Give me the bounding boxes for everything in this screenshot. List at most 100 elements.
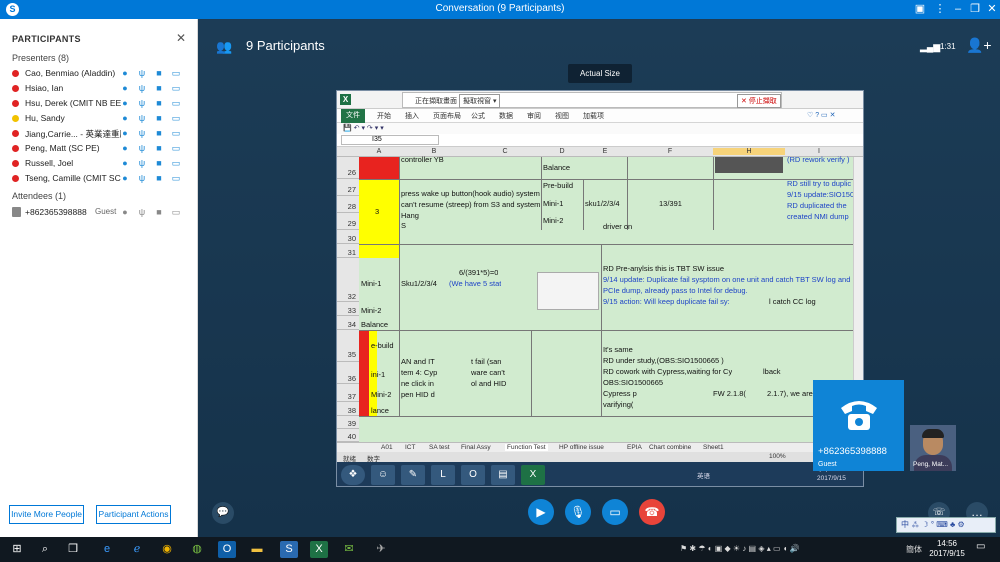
video-icon[interactable]: ■ [154,83,164,93]
ribbon-tab-addins[interactable]: 加载项 [583,111,604,121]
app-icon[interactable]: ▤ [491,465,515,485]
app-icon[interactable]: L [431,465,455,485]
app-icon[interactable]: ✈ [372,541,390,558]
chat-icon[interactable]: ● [120,128,130,138]
app-icon[interactable]: ✎ [401,465,425,485]
ribbon-tab-home[interactable]: 开始 [377,111,391,121]
windows-start-icon[interactable]: ⊞ [8,541,26,558]
screen-icon[interactable]: ▭ [171,143,181,153]
embedded-image[interactable] [715,157,783,173]
chat-icon[interactable]: ● [120,113,130,123]
mic-icon[interactable]: ψ [137,173,147,183]
video-icon[interactable]: ■ [154,128,164,138]
presenter-row[interactable]: Jiang,Carrie... - 英業達重慶 ● ψ ■ ▭ [12,127,190,141]
share-window-dropdown[interactable]: 擬取視窗 ▾ [459,94,501,108]
attendee-row[interactable]: +862365398888 Guest ● ψ ■ ▭ [12,206,190,220]
participants-icon[interactable]: 👥 [216,39,232,54]
excel-icon[interactable]: X [521,465,545,485]
hang-up-button[interactable]: ☎ [639,499,665,525]
close-button[interactable]: ✕ [984,2,1000,17]
cell-yellow-a27[interactable] [359,179,399,258]
video-icon[interactable]: ■ [154,143,164,153]
sheet-tab-epia[interactable]: EPIA [627,444,642,451]
row-29[interactable]: 29 [337,213,359,230]
video-icon[interactable]: ■ [154,98,164,108]
presenter-row[interactable]: Hsiao, Ian ● ψ ■ ▭ [12,82,190,96]
presenter-row[interactable]: Russell, Joel ● ψ ■ ▭ [12,157,190,171]
ribbon-tab-insert[interactable]: 插入 [405,111,419,121]
sheet-tab-function-test[interactable]: Function Test [505,444,548,451]
peng-video-tile[interactable]: Peng, Mat... [910,425,956,471]
col-h[interactable]: H [713,148,785,155]
row-27[interactable]: 27 [337,179,359,196]
ie-icon[interactable]: ℯ [128,541,146,558]
zoom-level[interactable]: 100% [769,453,786,460]
excel-icon[interactable]: X [310,541,328,558]
row-32[interactable]: 32 [337,258,359,302]
row-36[interactable]: 36 [337,362,359,384]
video-icon[interactable]: ■ [154,207,164,217]
sheet-tab-a01[interactable]: A01 [381,444,393,451]
col-b[interactable]: B [399,148,469,155]
options-icon[interactable]: ⋮ [932,2,948,17]
row-34[interactable]: 34 [337,316,359,330]
row-28[interactable]: 28 [337,196,359,213]
video-icon[interactable]: ■ [154,68,164,78]
sheet-tab-sheet1[interactable]: Sheet1 [703,444,724,451]
chat-icon[interactable]: ● [120,98,130,108]
chat-icon[interactable]: ● [120,68,130,78]
cell-red-a26[interactable] [359,157,399,179]
chrome-icon[interactable]: ◉ [158,541,176,558]
outlook-icon[interactable]: O [461,465,485,485]
minimize-button[interactable]: – [950,2,966,17]
row-40[interactable]: 40 [337,429,359,442]
input-language[interactable]: 簡体 [906,544,922,555]
mic-icon[interactable]: ψ [137,207,147,217]
presenter-row[interactable]: Cao, Benmiao (Aladdin) ● ψ ■ ▭ [12,67,190,81]
chat-icon[interactable]: ● [120,173,130,183]
col-e[interactable]: E [583,148,627,155]
screen-icon[interactable]: ▭ [171,113,181,123]
screen-icon[interactable]: ▭ [171,68,181,78]
col-c[interactable]: C [469,148,541,155]
chat-icon[interactable]: ● [120,143,130,153]
help-icon[interactable]: ♡ ? ▭ ✕ [807,111,835,119]
tray-icons[interactable]: ⚑ ✱ ☂ ◐ ▣ ◆ ☀ ♪ ▤ ◈ ▴ ▭ ◖ 🔊 [680,544,800,553]
video-icon[interactable]: ■ [154,173,164,183]
mic-icon[interactable]: ψ [137,98,147,108]
participant-actions-button[interactable]: Participant Actions [96,505,171,524]
presenter-row[interactable]: Peng, Matt (SC PE) ● ψ ■ ▭ [12,142,190,156]
close-panel-icon[interactable]: ✕ [176,31,186,45]
name-box[interactable]: I35 [341,135,439,145]
edge-icon[interactable]: e [98,541,116,558]
chat-icon[interactable]: ● [120,207,130,217]
chat-icon[interactable]: ● [120,158,130,168]
outlook-icon[interactable]: O [218,541,236,558]
call-quality-icon[interactable]: ▂▄▆ [920,42,940,53]
row-39[interactable]: 39 [337,416,359,429]
participants-count[interactable]: 9 Participants [246,38,325,53]
add-people-icon[interactable]: 👤+ [966,37,992,54]
presenter-row[interactable]: Hu, Sandy ● ψ ■ ▭ [12,112,190,126]
mic-icon[interactable]: ψ [137,68,147,78]
mic-icon[interactable]: ψ [137,158,147,168]
col-f[interactable]: F [627,148,713,155]
app-icon[interactable]: ☺ [371,465,395,485]
video-button[interactable]: ▶ [528,499,554,525]
ribbon-tab-file[interactable]: 文件 [341,109,365,123]
video-icon[interactable]: ■ [154,158,164,168]
sheet-tab-chart-combine[interactable]: Chart combine [649,444,691,451]
mic-icon[interactable]: ψ [137,83,147,93]
skype-business-icon[interactable]: S [280,541,298,558]
wechat-icon[interactable]: ✉ [340,541,358,558]
ribbon-tab-view[interactable]: 视图 [555,111,569,121]
cell-red-a35[interactable] [359,330,369,416]
stop-sharing-button[interactable]: ✕ 停止擷取 [737,94,781,108]
screen-icon[interactable]: ▭ [171,158,181,168]
row-38[interactable]: 38 [337,402,359,416]
screen-icon[interactable]: ▭ [171,83,181,93]
row-37[interactable]: 37 [337,384,359,402]
sheet-tab-ict[interactable]: ICT [405,444,415,451]
ribbon-tab-data[interactable]: 数据 [499,111,513,121]
ribbon-tab-formulas[interactable]: 公式 [471,111,485,121]
